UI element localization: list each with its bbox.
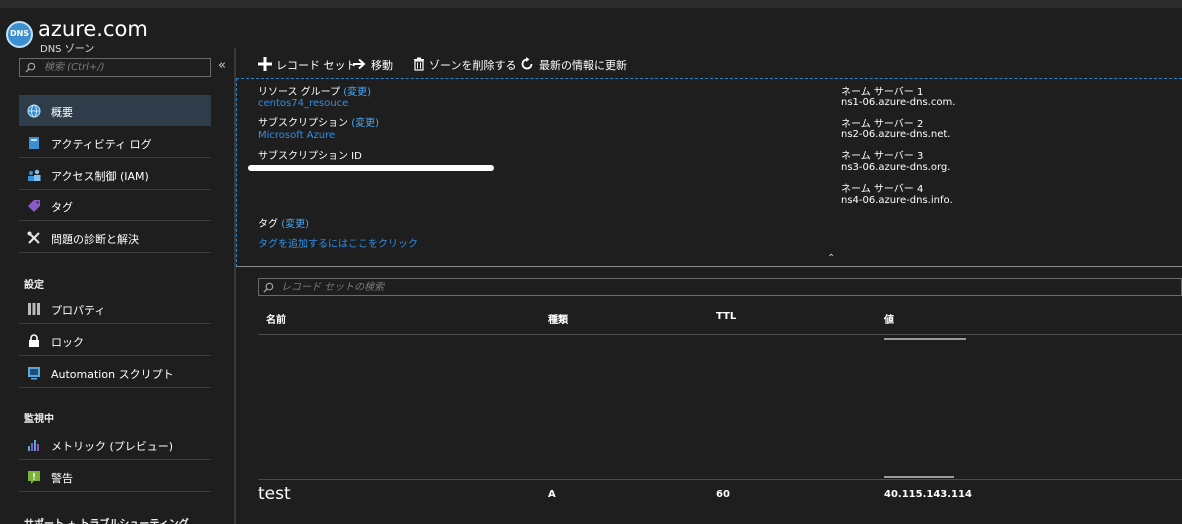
globe-icon <box>27 104 41 118</box>
search-icon <box>25 62 36 73</box>
sidebar-item-alerts[interactable]: 警告 <box>19 461 211 492</box>
record-set-search[interactable] <box>258 278 1182 296</box>
subscription-change-link[interactable]: (変更) <box>351 118 379 129</box>
sidebar-item-label: ロック <box>51 336 84 349</box>
sidebar-item-diagnose[interactable]: 問題の診断と解決 <box>19 222 211 253</box>
sidebar-item-label: 問題の診断と解決 <box>51 233 139 246</box>
name-server-1-label: ネーム サーバー 1 <box>841 87 924 98</box>
alert-icon <box>28 471 40 484</box>
arrow-right-icon <box>353 58 366 70</box>
tag-icon <box>28 200 40 212</box>
plus-icon <box>258 57 272 71</box>
resource-group-label: リソース グループ (変更) <box>258 87 372 98</box>
chart-icon <box>28 440 39 451</box>
page-title: azure.com <box>38 17 148 41</box>
record-ttl-cell: 60 <box>716 489 730 500</box>
sidebar-item-lock[interactable]: ロック <box>19 325 211 356</box>
add-record-set-button[interactable]: レコード セット <box>258 56 357 72</box>
dns-zone-logo: DNS <box>6 21 33 48</box>
name-server-2-value: ns2-06.azure-dns.net. <box>841 129 951 140</box>
sidebar-item-label: 概要 <box>51 106 73 119</box>
tags-change-link[interactable]: (変更) <box>281 219 309 230</box>
name-server-2-label: ネーム サーバー 2 <box>841 119 924 130</box>
tags-label: タグ (変更) <box>258 219 309 230</box>
sidebar-item-label: Automation スクリプト <box>51 368 174 381</box>
subscription-label: サブスクリプション (変更) <box>258 118 379 129</box>
column-header-ttl[interactable]: TTL <box>716 311 736 322</box>
sidebar: « 概要 アクティビティ ログ アクセス制御 (IAM) タグ <box>0 48 234 524</box>
script-icon <box>28 367 40 380</box>
sidebar-item-automation-script[interactable]: Automation スクリプト <box>19 357 211 388</box>
users-icon <box>28 169 41 181</box>
table-row-divider <box>258 479 1182 480</box>
section-header-support: サポート + トラブルシューティング <box>24 515 189 524</box>
sidebar-item-label: プロパティ <box>51 304 106 317</box>
move-button[interactable]: 移動 <box>352 56 404 72</box>
collapse-sidebar-button[interactable]: « <box>218 58 226 73</box>
sidebar-item-label: アクセス制御 (IAM) <box>51 170 149 183</box>
name-server-4-value: ns4-06.azure-dns.info. <box>841 195 953 206</box>
collapse-essentials-icon[interactable]: ⌃ <box>827 253 835 264</box>
sidebar-item-overview[interactable]: 概要 <box>19 95 211 126</box>
record-name-cell: test <box>258 484 291 504</box>
record-set-search-input[interactable] <box>281 280 881 294</box>
redacted-subscription-id <box>248 165 494 171</box>
sidebar-item-activity-log[interactable]: アクティビティ ログ <box>19 127 211 158</box>
sidebar-search[interactable] <box>19 58 211 77</box>
name-server-3-value: ns3-06.azure-dns.org. <box>841 162 951 173</box>
add-tags-link[interactable]: タグを追加するにはここをクリック <box>258 235 418 250</box>
resource-group-value[interactable]: centos74_resouce <box>258 98 348 109</box>
column-header-value[interactable]: 値 <box>884 311 894 326</box>
search-icon <box>263 282 274 293</box>
record-value-cell: 40.115.143.114 <box>884 489 972 500</box>
trash-icon <box>414 57 424 71</box>
sidebar-item-label: メトリック (プレビュー) <box>51 440 174 453</box>
name-server-1-value: ns1-06.azure-dns.com. <box>841 97 956 108</box>
blade-header: DNS azure.com DNS ゾーン <box>0 8 1182 55</box>
delete-zone-button[interactable]: ゾーンを削除する <box>412 56 516 72</box>
sidebar-item-metrics[interactable]: メトリック (プレビュー) <box>19 429 211 460</box>
partially-scrolled-row <box>884 338 966 340</box>
refresh-icon <box>521 57 533 70</box>
sidebar-item-label: アクティビティ ログ <box>51 138 152 151</box>
sidebar-item-label: 警告 <box>51 472 73 485</box>
column-header-type[interactable]: 種類 <box>548 311 568 326</box>
sidebar-search-input[interactable] <box>44 60 204 75</box>
record-type-cell: A <box>548 489 556 500</box>
subscription-value[interactable]: Microsoft Azure <box>258 130 335 141</box>
name-server-4-label: ネーム サーバー 4 <box>841 184 924 195</box>
lock-icon <box>29 334 39 347</box>
subscription-id-label: サブスクリプション ID <box>258 151 362 162</box>
properties-icon <box>28 303 40 315</box>
sidebar-item-tags[interactable]: タグ <box>19 190 211 221</box>
partially-scrolled-row <box>884 476 954 478</box>
refresh-button[interactable]: 最新の情報に更新 <box>520 56 630 72</box>
section-header-settings: 設定 <box>24 280 44 291</box>
activity-log-icon <box>29 137 39 149</box>
resource-group-change-link[interactable]: (変更) <box>343 87 371 98</box>
table-header-divider <box>258 334 1182 335</box>
window-top-strip <box>0 0 1182 8</box>
name-server-3-label: ネーム サーバー 3 <box>841 151 924 162</box>
column-header-name[interactable]: 名前 <box>266 311 286 326</box>
essentials-divider <box>236 266 1182 267</box>
section-header-monitoring: 監視中 <box>24 414 54 425</box>
sidebar-item-label: タグ <box>51 201 73 214</box>
sidebar-item-access-control[interactable]: アクセス制御 (IAM) <box>19 159 211 190</box>
sidebar-item-properties[interactable]: プロパティ <box>19 293 211 324</box>
tools-icon <box>27 231 40 244</box>
